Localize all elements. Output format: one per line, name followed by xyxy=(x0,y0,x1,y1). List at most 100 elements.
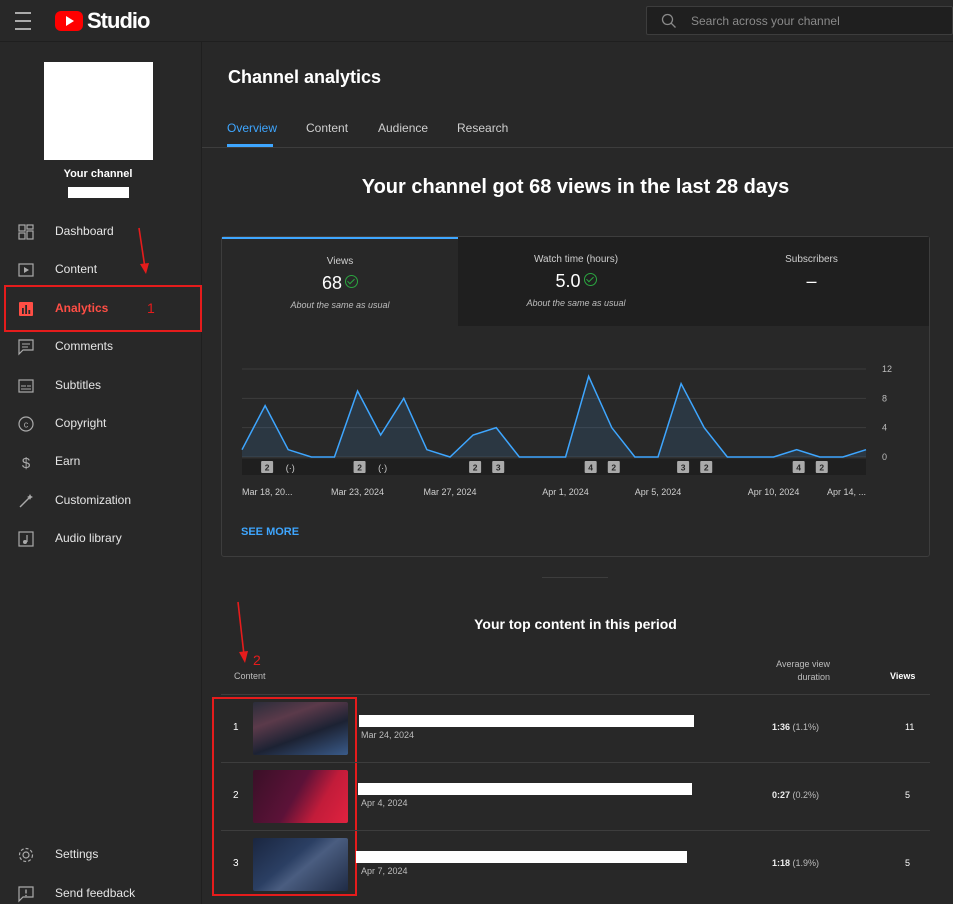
publish-count-label: 2 xyxy=(819,463,824,473)
sidebar-item-comments[interactable]: Comments xyxy=(0,327,200,365)
view-count: 11 xyxy=(905,722,915,732)
view-count: 5 xyxy=(905,858,911,868)
publish-count-label: 2 xyxy=(265,463,270,473)
views-chart[interactable]: 0 4 8 12 2 (·) 2 (·) 2 3 4 2 3 2 4 2 Mar 18, 20... Mar 23… xyxy=(222,357,929,497)
svg-text:c: c xyxy=(24,420,29,430)
audio-library-icon xyxy=(18,531,34,547)
avg-view-duration: 0:27 (0.2%) xyxy=(772,790,819,800)
section-divider xyxy=(542,577,608,578)
video-thumbnail[interactable] xyxy=(253,838,348,891)
top-content-row[interactable]: 1 Mar 24, 2024 1:36 (1.1%) 11 xyxy=(221,694,930,762)
publish-marker-strip xyxy=(242,459,866,475)
feedback-icon xyxy=(18,886,34,903)
metric-comparison: About the same as usual xyxy=(526,298,626,308)
duration-percent: (0.2%) xyxy=(792,790,820,800)
sidebar-item-send-feedback[interactable]: Send feedback xyxy=(0,874,200,904)
column-header-views[interactable]: Views xyxy=(890,671,915,681)
row-rank: 3 xyxy=(233,858,239,869)
x-tick-label: Mar 27, 2024 xyxy=(423,487,476,497)
analytics-highlight-box xyxy=(4,285,202,332)
sidebar-item-label: Comments xyxy=(55,339,114,354)
publish-count-label: 3 xyxy=(681,463,686,473)
x-tick-label: Apr 14, ... xyxy=(827,487,866,497)
annotation-arrow-1 xyxy=(138,227,149,274)
metric-watch-time[interactable]: Watch time (hours) 5.0 About the same as… xyxy=(458,237,694,326)
column-header-duration[interactable]: Average view duration xyxy=(760,658,830,684)
channel-handle-redacted xyxy=(68,187,129,198)
live-stream-marker-icon: (·) xyxy=(286,463,295,473)
youtube-logo-icon[interactable] xyxy=(55,11,83,31)
metric-value: 68 xyxy=(222,273,458,294)
sidebar-item-dashboard[interactable]: Dashboard xyxy=(0,212,200,250)
sidebar-item-label: Content xyxy=(55,262,98,277)
metric-views[interactable]: Views 68 About the same as usual xyxy=(222,237,458,326)
subtitles-icon xyxy=(18,378,34,393)
sidebar-item-label: Settings xyxy=(55,847,99,861)
video-thumbnail[interactable] xyxy=(253,702,348,755)
column-header-content: Content xyxy=(234,671,266,681)
sidebar-item-customization[interactable]: Customization xyxy=(0,481,200,519)
dashboard-icon xyxy=(18,224,34,240)
y-tick-label: 8 xyxy=(882,393,887,403)
metric-subscribers[interactable]: Subscribers – xyxy=(694,237,929,326)
publish-count-label: 2 xyxy=(704,463,709,473)
search-icon xyxy=(661,13,676,28)
duration-value: 1:18 xyxy=(772,858,791,868)
y-tick-label: 12 xyxy=(882,364,892,374)
tab-research[interactable]: Research xyxy=(457,121,508,135)
sidebar-item-content[interactable]: Content xyxy=(0,250,200,288)
earn-icon: $ xyxy=(22,455,31,471)
top-content-row[interactable]: 3 Apr 7, 2024 1:18 (1.9%) 5 xyxy=(221,830,930,898)
publish-count-label: 4 xyxy=(796,463,801,473)
x-tick-label: Apr 1, 2024 xyxy=(542,487,589,497)
customization-icon xyxy=(19,493,33,508)
annotation-marker-2: 2 xyxy=(253,652,261,668)
sidebar-item-subtitles[interactable]: Subtitles xyxy=(0,366,200,404)
metric-label: Watch time (hours) xyxy=(533,254,619,265)
search-box[interactable] xyxy=(646,6,953,35)
see-more-link[interactable]: SEE MORE xyxy=(241,526,299,538)
page-title: Channel analytics xyxy=(228,67,382,87)
views-line xyxy=(241,374,867,458)
top-content-title: Your top content in this period xyxy=(474,616,677,632)
duration-value: 1:36 xyxy=(772,722,791,732)
publish-count-label: 3 xyxy=(496,463,501,473)
sidebar-item-label: Send feedback xyxy=(55,886,136,900)
content-icon xyxy=(18,263,34,277)
menu-icon[interactable] xyxy=(15,12,35,30)
sidebar-item-earn[interactable]: $ Earn xyxy=(0,442,200,480)
duration-value: 0:27 xyxy=(772,790,791,800)
top-bar: Studio xyxy=(0,0,953,42)
avg-view-duration: 1:36 (1.1%) xyxy=(772,722,819,732)
tab-audience[interactable]: Audience xyxy=(378,121,428,135)
sidebar-item-label: Customization xyxy=(55,492,132,507)
view-count: 5 xyxy=(905,790,911,800)
annotation-arrow-2 xyxy=(237,601,248,663)
top-content-row[interactable]: 2 Apr 4, 2024 0:27 (0.2%) 5 xyxy=(221,762,930,830)
sidebar-item-copyright[interactable]: c Copyright xyxy=(0,404,200,442)
sidebar-item-settings[interactable]: Settings xyxy=(0,835,200,873)
channel-avatar[interactable] xyxy=(44,62,153,160)
analytics-tabs: Overview Content Audience Research xyxy=(202,113,953,148)
check-circle-icon xyxy=(583,273,597,286)
sidebar-item-label: Subtitles xyxy=(55,377,102,392)
video-title-redacted[interactable] xyxy=(359,715,694,727)
video-thumbnail[interactable] xyxy=(253,770,348,823)
metric-value-text: 5.0 xyxy=(555,271,581,291)
check-circle-icon xyxy=(345,275,359,288)
studio-logo-text[interactable]: Studio xyxy=(87,8,150,34)
tab-overview[interactable]: Overview xyxy=(227,121,277,135)
annotation-marker-1: 1 xyxy=(147,300,155,316)
metric-label: Views xyxy=(326,256,354,267)
sidebar-item-audio-library[interactable]: Audio library xyxy=(0,519,200,557)
svg-text:$: $ xyxy=(22,455,31,471)
video-title-redacted[interactable] xyxy=(356,851,687,863)
tab-content[interactable]: Content xyxy=(306,121,348,135)
sidebar: Your channel Dashboard Content Analytics Co… xyxy=(0,42,202,904)
active-tab-indicator xyxy=(227,144,273,147)
y-tick-label: 0 xyxy=(882,452,887,462)
search-input[interactable] xyxy=(691,7,941,34)
channel-label[interactable]: Your channel xyxy=(0,168,196,180)
video-title-redacted[interactable] xyxy=(358,783,692,795)
sidebar-item-label: Earn xyxy=(55,454,81,469)
